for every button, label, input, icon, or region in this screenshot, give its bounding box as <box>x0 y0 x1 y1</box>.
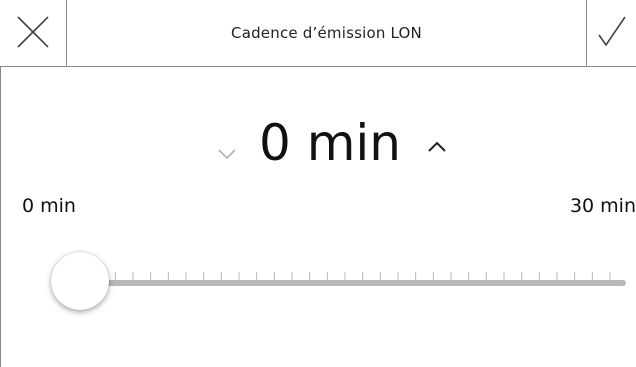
value-stepper: 0 min <box>0 108 636 178</box>
cancel-button[interactable] <box>0 0 67 66</box>
close-icon <box>17 16 49 48</box>
value-slider[interactable] <box>50 250 630 314</box>
confirm-button[interactable] <box>586 0 636 66</box>
slider-thumb[interactable] <box>51 252 109 310</box>
increment-button[interactable] <box>424 136 450 156</box>
header-bar: Cadence d’émission LON <box>0 0 636 67</box>
range-max-label: 30 min <box>569 195 636 217</box>
chevron-up-icon <box>428 141 446 152</box>
decrement-button[interactable] <box>214 144 240 164</box>
lon-cadence-screen: Cadence d’émission LON 0 min 0 min 30 mi… <box>0 0 636 367</box>
page-title: Cadence d’émission LON <box>231 24 422 42</box>
range-min-label: 0 min <box>22 195 76 217</box>
checkmark-icon <box>598 16 626 47</box>
current-value: 0 min <box>259 114 401 172</box>
chevron-down-icon <box>218 149 236 160</box>
slider-track[interactable] <box>80 280 626 286</box>
